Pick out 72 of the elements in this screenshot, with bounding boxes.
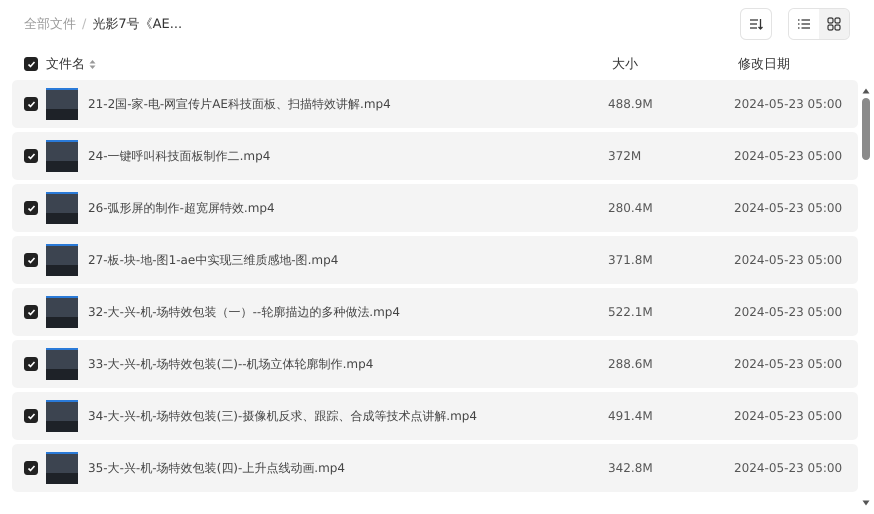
file-name: 26-弧形屏的制作-超宽屏特效.mp4: [88, 200, 276, 216]
file-size: 342.8M: [608, 461, 654, 475]
checkmark-icon: [26, 412, 36, 420]
checkmark-icon: [26, 308, 36, 316]
grid-icon: [827, 17, 841, 31]
checkmark-icon: [26, 256, 36, 264]
checkmark-icon: [26, 360, 36, 368]
breadcrumb-separator: /: [82, 16, 86, 32]
scrollbar-thumb[interactable]: [862, 98, 870, 160]
video-thumbnail: [46, 296, 78, 328]
grid-view-button[interactable]: [819, 9, 849, 39]
file-row[interactable]: 26-弧形屏的制作-超宽屏特效.mp4 280.4M 2024-05-23 05:00: [12, 184, 858, 232]
file-name: 24-一键呼叫科技面板制作二.mp4: [88, 148, 272, 164]
breadcrumb-item: 光影7号《AE...: [92, 16, 182, 33]
file-name: 35-大-兴-机-场特效包装(四)-上升点线动画.mp4: [88, 460, 346, 476]
checkmark-icon: [26, 204, 36, 212]
scroll-up-icon[interactable]: [862, 88, 870, 94]
file-size: 371.8M: [608, 253, 654, 267]
file-row[interactable]: 35-大-兴-机-场特效包装(四)-上升点线动画.mp4 342.8M 2024-05-23 05:00: [12, 444, 858, 492]
file-row[interactable]: 24-一键呼叫科技面板制作二.mp4 372M 2024-05-23 05:00: [12, 132, 858, 180]
file-row[interactable]: 21-2国-家-电-网宣传片AE科技面板、扫描特效讲解.mp4 488.9M 2024-05-23 05:00: [12, 80, 858, 128]
row-checkbox[interactable]: [24, 409, 38, 423]
row-checkbox[interactable]: [24, 149, 38, 163]
column-header: 修改日期: [738, 56, 791, 73]
file-size: 280.4M: [608, 201, 654, 215]
modified-date: 2024-05-23 05:00: [734, 357, 844, 371]
file-size: 522.1M: [608, 305, 654, 319]
file-size: 488.9M: [608, 97, 654, 111]
file-size: 491.4M: [608, 409, 654, 423]
row-checkbox[interactable]: [24, 253, 38, 267]
scroll-down-icon[interactable]: [862, 500, 870, 506]
video-thumbnail: [46, 452, 78, 484]
file-name: 21-2国-家-电-网宣传片AE科技面板、扫描特效讲解.mp4: [88, 96, 392, 112]
video-thumbnail: [46, 88, 78, 120]
modified-date: 2024-05-23 05:00: [734, 461, 844, 475]
list-icon: [797, 17, 811, 31]
sort-icon: [749, 17, 763, 31]
file-name: 32-大-兴-机-场特效包装（一）--轮廓描边的多种做法.mp4: [88, 304, 402, 320]
column-header: 大小: [612, 56, 639, 73]
modified-date: 2024-05-23 05:00: [734, 149, 844, 163]
modified-date: 2024-05-23 05:00: [734, 97, 844, 111]
modified-date: 2024-05-23 05:00: [734, 305, 844, 319]
checkmark-icon: [26, 100, 36, 108]
video-thumbnail: [46, 140, 78, 172]
checkmark-icon: [26, 464, 36, 472]
file-name: 34-大-兴-机-场特效包装(三)-摄像机反求、跟踪、合成等技术点讲解.mp4: [88, 408, 478, 424]
row-checkbox[interactable]: [24, 97, 38, 111]
file-size: 288.6M: [608, 357, 654, 371]
file-row[interactable]: 34-大-兴-机-场特效包装(三)-摄像机反求、跟踪、合成等技术点讲解.mp4 491.4M 2024-05-23 05:00: [12, 392, 858, 440]
modified-date: 2024-05-23 05:00: [734, 253, 844, 267]
row-checkbox[interactable]: [24, 305, 38, 319]
file-size: 372M: [608, 149, 642, 163]
file-row[interactable]: 33-大-兴-机-场特效包装(二)--机场立体轮廓制作.mp4 288.6M 2024-05-23 05:00: [12, 340, 858, 388]
file-row[interactable]: 27-板-块-地-图1-ae中实现三维质感地-图.mp4 371.8M 2024-05-23 05:00: [12, 236, 858, 284]
row-checkbox[interactable]: [24, 201, 38, 215]
column-header[interactable]: 文件名: [46, 55, 85, 73]
select-all-checkbox[interactable]: [24, 57, 38, 71]
sort-button[interactable]: [740, 8, 772, 40]
row-checkbox[interactable]: [24, 357, 38, 371]
video-thumbnail: [46, 192, 78, 224]
file-row[interactable]: 32-大-兴-机-场特效包装（一）--轮廓描边的多种做法.mp4 522.1M 2024-05-23 05:00: [12, 288, 858, 336]
file-name: 27-板-块-地-图1-ae中实现三维质感地-图.mp4: [88, 252, 340, 268]
sort-arrows-icon[interactable]: [89, 58, 96, 70]
checkmark-icon: [26, 60, 36, 68]
modified-date: 2024-05-23 05:00: [734, 409, 844, 423]
checkmark-icon: [26, 152, 36, 160]
row-checkbox[interactable]: [24, 461, 38, 475]
video-thumbnail: [46, 244, 78, 276]
modified-date: 2024-05-23 05:00: [734, 201, 844, 215]
file-name: 33-大-兴-机-场特效包装(二)--机场立体轮廓制作.mp4: [88, 356, 374, 372]
video-thumbnail: [46, 348, 78, 380]
video-thumbnail: [46, 400, 78, 432]
